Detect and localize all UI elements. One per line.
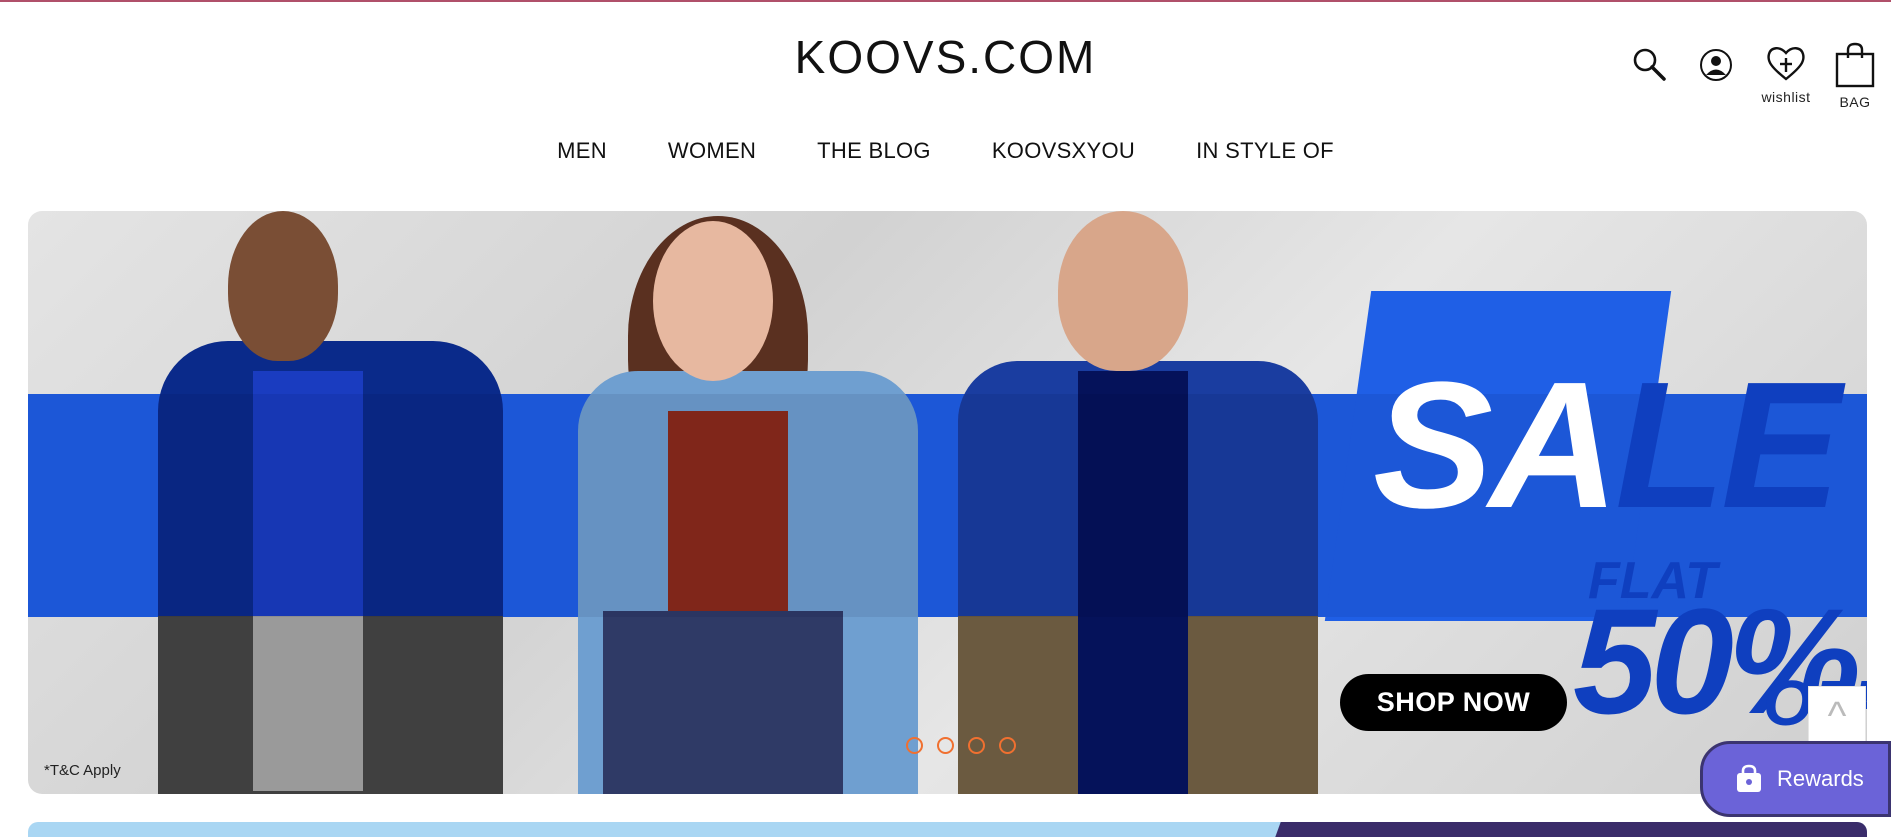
sale-headline-blue: LE — [1615, 345, 1841, 546]
gift-bag-icon — [1737, 764, 1761, 792]
rewards-button[interactable]: Rewards — [1700, 741, 1891, 817]
nav-item-koovsxyou[interactable]: KOOVSXYOU — [992, 138, 1135, 164]
caret-up-icon: ^ — [1827, 693, 1847, 738]
nav-item-men[interactable]: MEN — [557, 138, 607, 164]
nav-item-in-style-of[interactable]: IN STYLE OF — [1196, 138, 1334, 164]
sale-headline: SALE — [1373, 356, 1841, 536]
rewards-label: Rewards — [1777, 766, 1864, 791]
hero-banner[interactable]: SALE FLAT 50% OFF* SHOP NOW *T&C Apply — [28, 211, 1867, 794]
model-3-head — [1058, 211, 1188, 371]
top-accent-line — [0, 0, 1891, 2]
bag-label: BAG — [1839, 94, 1871, 110]
shopping-bag-icon — [1835, 42, 1875, 88]
carousel-dot-3[interactable] — [968, 737, 985, 754]
carousel-dot-4[interactable] — [999, 737, 1016, 754]
carousel-dot-1[interactable] — [906, 737, 923, 754]
model-2-dress — [603, 611, 843, 794]
scroll-to-top-button[interactable]: ^ — [1808, 686, 1866, 746]
terms-note: *T&C Apply — [44, 762, 121, 779]
header-actions: wishlist BAG — [1571, 38, 1891, 118]
model-1-head — [228, 211, 338, 361]
account-button[interactable] — [1699, 48, 1733, 82]
wishlist-button[interactable]: wishlist — [1746, 43, 1826, 105]
sale-headline-white: SA — [1373, 345, 1619, 546]
model-1-sweater-lower — [253, 616, 363, 791]
nav-item-women[interactable]: WOMEN — [668, 138, 756, 164]
search-icon — [1633, 48, 1666, 81]
wishlist-label: wishlist — [1761, 89, 1811, 105]
carousel-dot-2[interactable] — [937, 737, 954, 754]
nav-item-the-blog[interactable]: THE BLOG — [817, 138, 931, 164]
next-banner-peek — [28, 822, 1867, 837]
bag-button[interactable]: BAG — [1825, 42, 1885, 110]
carousel-dots — [906, 737, 1016, 754]
heart-plus-icon — [1767, 47, 1805, 81]
search-button[interactable] — [1631, 46, 1667, 82]
main-nav: MEN WOMEN THE BLOG KOOVSXYOU IN STYLE OF — [0, 138, 1891, 164]
shop-now-button[interactable]: SHOP NOW — [1340, 674, 1567, 731]
model-2-head — [653, 221, 773, 381]
next-banner-dark-section — [1275, 822, 1867, 837]
account-icon — [1700, 49, 1732, 81]
